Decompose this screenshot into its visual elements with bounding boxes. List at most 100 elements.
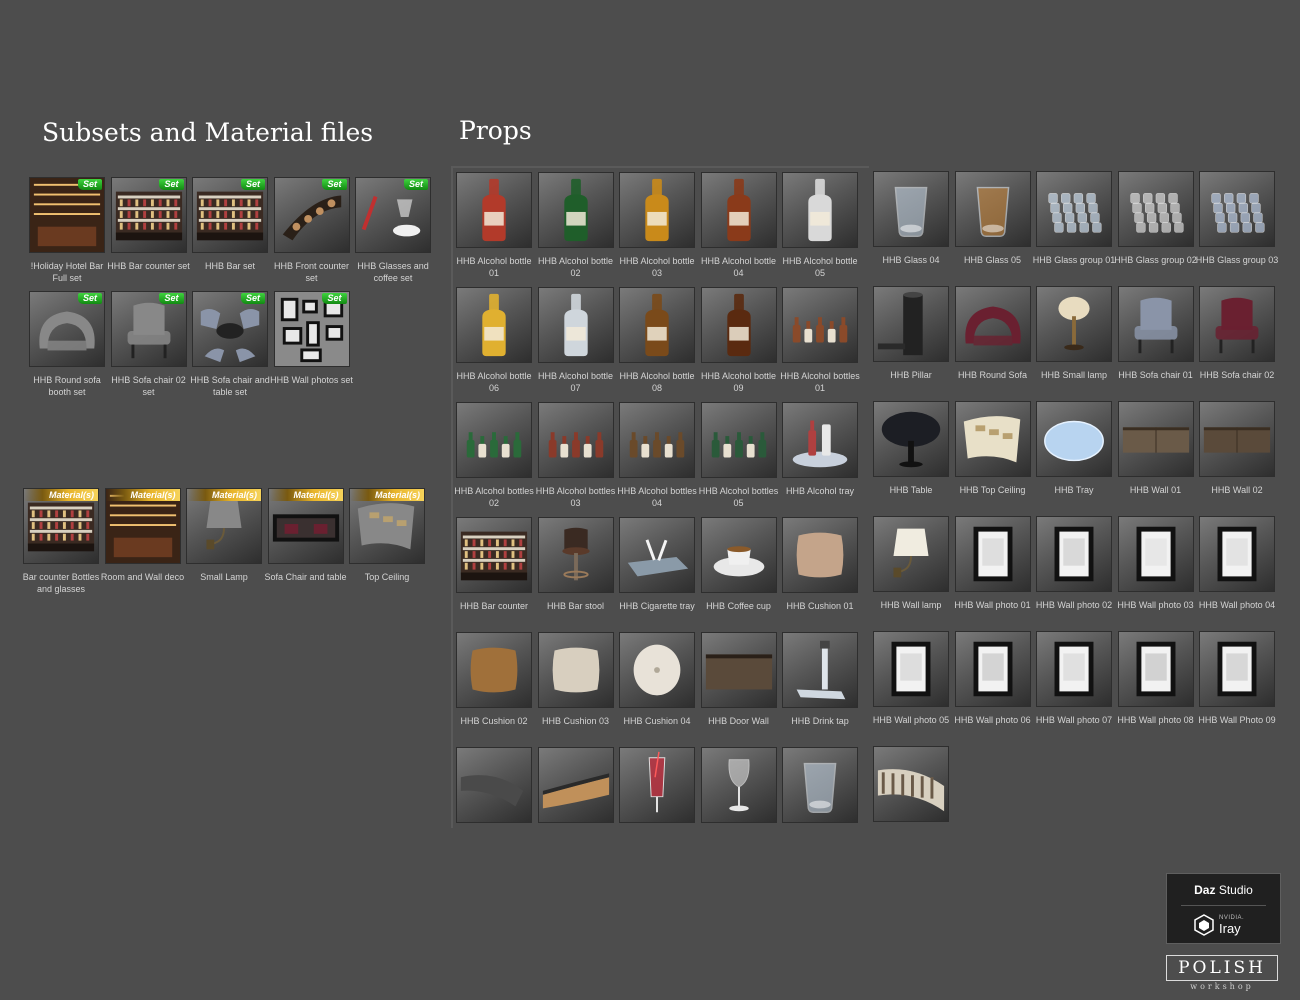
prop-tile-hhb-sofa-chair-02[interactable]: HHB Sofa chair 02 (1199, 286, 1275, 394)
prop-tile-hhb-glass-05[interactable]: HHB Glass 05 (954, 171, 1031, 279)
prop-tile-hhb-alcohol-bottle-06[interactable]: HHB Alcohol bottle 06 (456, 287, 532, 395)
subset-tile-hhb-bar-counter-set[interactable]: Set HHB Bar counter set (107, 177, 190, 285)
prop-tile-hhb-pillar[interactable]: HHB Pillar (873, 286, 949, 394)
material-tile-top-ceiling[interactable]: Material(s) Top Ceiling (349, 488, 425, 596)
prop-tile-hhb-coffee-cup[interactable]: HHB Coffee cup (700, 517, 777, 625)
prop-tile-hhb-wall-photo-03[interactable]: HHB Wall photo 03 (1117, 516, 1194, 624)
prop-tile-hhb-alcohol-bottle-04[interactable]: HHB Alcohol bottle 04 (700, 172, 777, 280)
set-badge: Set (322, 179, 347, 190)
tile-label: HHB Wall photos set (270, 375, 353, 385)
subset-tile-hhb-front-counter-set[interactable]: Set HHB Front counter set (273, 177, 350, 285)
subset-tile-hhb-sofa-chair-and-table-set[interactable]: Set HHB Sofa chair and table set (190, 291, 270, 399)
prop-tile-hhb-alcohol-bottles-01[interactable]: HHB Alcohol bottles 01 (780, 287, 860, 395)
set-badge: Set (240, 179, 265, 190)
photo-frame-icon (1036, 631, 1112, 707)
prop-tile-hhb-wall-photo-09[interactable]: HHB Wall Photo 09 (1198, 631, 1276, 739)
prop-tile-hhb-wall-photo-08[interactable]: HHB Wall photo 08 (1117, 631, 1194, 739)
material-tile-small-lamp[interactable]: Material(s) Small Lamp (186, 488, 262, 596)
subset-tile-hhb-round-sofa-booth-set[interactable]: Set HHB Round sofa booth set (29, 291, 105, 399)
prop-tile-hhb-wall-photo-06[interactable]: HHB Wall photo 06 (954, 631, 1031, 739)
prop-tile-hhb-wall-photo-04[interactable]: HHB Wall photo 04 (1199, 516, 1275, 624)
prop-tile-hhb-wall-photo-05[interactable]: HHB Wall photo 05 (873, 631, 949, 739)
prop-tile-hhb-alcohol-bottles-03[interactable]: HHB Alcohol bottles 03 (536, 402, 615, 510)
bar-counter-icon: Set (110, 177, 187, 253)
prop-tile-hhb-top-ceiling[interactable]: HHB Top Ceiling (954, 401, 1031, 509)
prop-tile-hhb-cigarette-tray[interactable]: HHB Cigarette tray (619, 517, 695, 625)
cocktail-glass-icon (619, 747, 695, 823)
prop-tile-hhb-alcohol-bottle-03[interactable]: HHB Alcohol bottle 03 (619, 172, 695, 280)
prop-tile-hhb-glass-04[interactable]: HHB Glass 04 (873, 171, 949, 279)
prop-tile-hhb-alcohol-bottle-09[interactable]: HHB Alcohol bottle 09 (700, 287, 777, 395)
prop-tile-hhb-alcohol-bottle-08[interactable]: HHB Alcohol bottle 08 (619, 287, 695, 395)
prop-tile-unlabeled-26[interactable] (456, 747, 532, 855)
tile-label: !Holiday Hotel Bar Full set (30, 261, 104, 283)
prop-tile-hhb-alcohol-bottle-05[interactable]: HHB Alcohol bottle 05 (782, 172, 858, 280)
tile-label: HHB Glasses and coffee set (357, 261, 429, 283)
wall-lamp-icon: Material(s) (186, 488, 262, 564)
prop-tile-hhb-wall-01[interactable]: HHB Wall 01 (1117, 401, 1194, 509)
prop-tile-hhb-drink-tap[interactable]: HHB Drink tap (782, 632, 858, 740)
prop-tile-hhb-cushion-04[interactable]: HHB Cushion 04 (619, 632, 695, 740)
subset-tile-hhb-wall-photos-set[interactable]: Set HHB Wall photos set (270, 291, 353, 399)
prop-tile-hhb-alcohol-bottles-05[interactable]: HHB Alcohol bottles 05 (699, 402, 778, 510)
prop-tile-hhb-wall-lamp[interactable]: HHB Wall lamp (873, 516, 949, 624)
tile-label: HHB Wall photo 05 (872, 715, 950, 725)
bottles-icon (782, 287, 858, 363)
prop-tile-hhb-alcohol-bottle-01[interactable]: HHB Alcohol bottle 01 (456, 172, 532, 280)
prop-tile-hhb-alcohol-bottle-07[interactable]: HHB Alcohol bottle 07 (537, 287, 614, 395)
subset-tile-holiday-hotel-bar-full-set[interactable]: Set !Holiday Hotel Bar Full set (29, 177, 105, 285)
prop-tile-hhb-bar-stool[interactable]: HHB Bar stool (537, 517, 614, 625)
wall-panel-icon (1199, 401, 1275, 477)
prop-tile-hhb-glass-group-03[interactable]: HHB Glass group 03 (1196, 171, 1278, 279)
tile-label: HHB Glass 04 (882, 255, 940, 265)
material-tile-sofa-chair-and-table[interactable]: Material(s) Sofa Chair and table (264, 488, 347, 596)
tile-label: HHB Alcohol bottle 03 (619, 256, 695, 278)
prop-tile-hhb-cushion-03[interactable]: HHB Cushion 03 (537, 632, 614, 740)
tile-label: HHB Coffee cup (706, 601, 771, 611)
subset-tile-hhb-bar-set[interactable]: Set HHB Bar set (192, 177, 268, 285)
prop-tile-hhb-cushion-01[interactable]: HHB Cushion 01 (782, 517, 858, 625)
subset-tile-hhb-sofa-chair-02-set[interactable]: Set HHB Sofa chair 02 set (110, 291, 187, 399)
photo-frame-icon (1117, 631, 1194, 707)
prop-tile-hhb-door-wall[interactable]: HHB Door Wall (700, 632, 777, 740)
material-tile-room-and-wall-deco[interactable]: Material(s) Room and Wall deco (101, 488, 184, 596)
prop-tile-hhb-alcohol-bottles-04[interactable]: HHB Alcohol bottles 04 (617, 402, 697, 510)
ceiling-icon: Material(s) (349, 488, 425, 564)
glass-group-icon (1117, 171, 1194, 247)
prop-tile-hhb-glass-group-01[interactable]: HHB Glass group 01 (1033, 171, 1115, 279)
prop-tile-hhb-round-sofa[interactable]: HHB Round Sofa (954, 286, 1031, 394)
coffee-cup-icon (700, 517, 777, 593)
glass-group-icon (1199, 171, 1275, 247)
prop-tile-hhb-wall-02[interactable]: HHB Wall 02 (1199, 401, 1275, 509)
prop-tile-hhb-alcohol-bottles-02[interactable]: HHB Alcohol bottles 02 (454, 402, 534, 510)
material-tile-bar-counter-bottles-and-glasses[interactable]: Material(s) Bar counter Bottles and glass… (23, 488, 99, 596)
sofa-table-icon: Material(s) (267, 488, 344, 564)
prop-tile-hhb-wall-photo-07[interactable]: HHB Wall photo 07 (1036, 631, 1112, 739)
prop-tile-unlabeled-29[interactable] (700, 747, 777, 855)
round-cushion-icon (619, 632, 695, 708)
material-badge: Material(s) (187, 489, 261, 501)
prop-tile-hhb-table[interactable]: HHB Table (873, 401, 949, 509)
tile-label: HHB Glass 05 (963, 255, 1022, 265)
prop-tile-hhb-bar-counter[interactable]: HHB Bar counter (456, 517, 532, 625)
subset-tile-hhb-glasses-and-coffee-set[interactable]: Set HHB Glasses and coffee set (355, 177, 431, 285)
bottles-icon (537, 402, 614, 478)
prop-tile-hhb-wall-photo-02[interactable]: HHB Wall photo 02 (1036, 516, 1112, 624)
prop-tile-hhb-alcohol-tray[interactable]: HHB Alcohol tray (782, 402, 858, 510)
tile-label: HHB Bar stool (546, 601, 605, 611)
photo-frame-icon (1036, 516, 1112, 592)
prop-tile-hhb-wall-photo-01[interactable]: HHB Wall photo 01 (954, 516, 1031, 624)
prop-tile-hhb-sofa-chair-01[interactable]: HHB Sofa chair 01 (1117, 286, 1194, 394)
prop-tile-hhb-cushion-02[interactable]: HHB Cushion 02 (456, 632, 532, 740)
prop-tile-unlabeled-28[interactable] (619, 747, 695, 855)
prop-tile-unlabeled-26[interactable] (873, 746, 949, 854)
prop-tile-hhb-glass-group-02[interactable]: HHB Glass group 02 (1114, 171, 1197, 279)
prop-tile-hhb-small-lamp[interactable]: HHB Small lamp (1036, 286, 1112, 394)
tile-label: HHB Bar counter set (107, 261, 190, 271)
prop-tile-hhb-alcohol-bottle-02[interactable]: HHB Alcohol bottle 02 (537, 172, 614, 280)
set-badge: Set (322, 293, 347, 304)
prop-tile-unlabeled-30[interactable] (782, 747, 858, 855)
prop-tile-hhb-tray[interactable]: HHB Tray (1036, 401, 1112, 509)
prop-tile-unlabeled-27[interactable] (537, 747, 614, 855)
cushion-icon (782, 517, 858, 593)
